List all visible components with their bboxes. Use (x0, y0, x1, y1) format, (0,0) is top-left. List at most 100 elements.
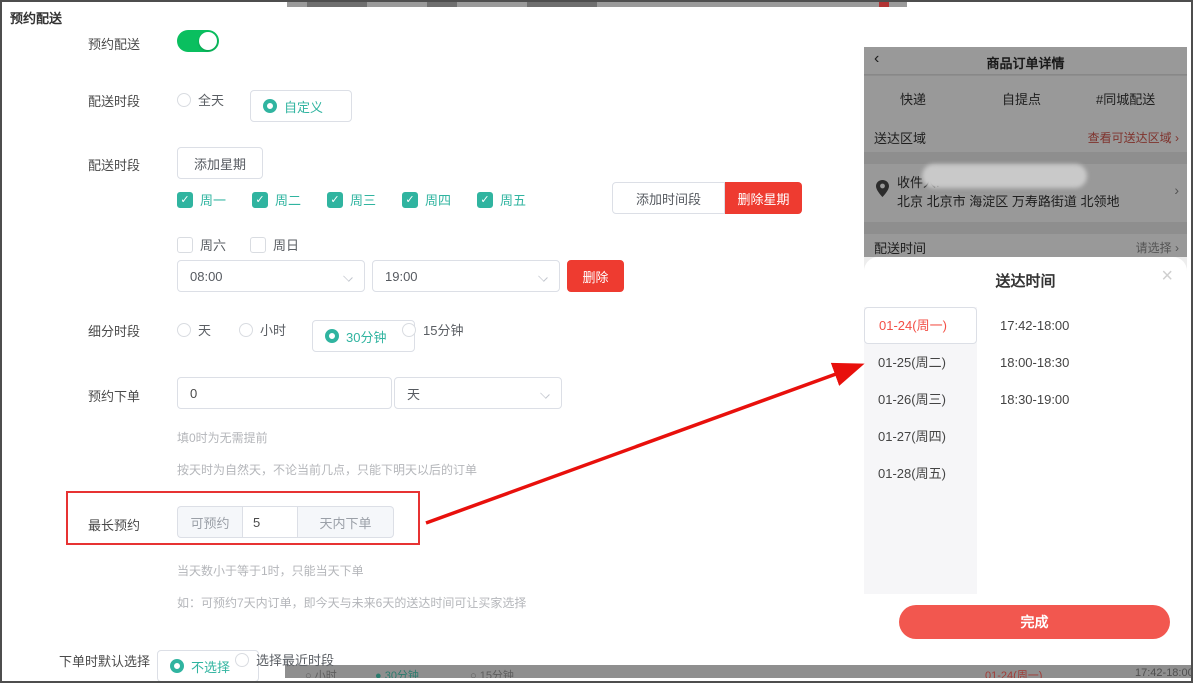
checkbox-label: 周五 (500, 190, 526, 209)
background-page-top-edge (287, 2, 907, 7)
tab-local-delivery[interactable]: #同城配送 (1096, 89, 1155, 108)
checkbox-saturday[interactable]: 周六 (177, 235, 226, 254)
radio-15min[interactable]: 15分钟 (402, 320, 463, 339)
chevron-down-icon (344, 273, 352, 281)
sheet-title: 送达时间 (864, 270, 1187, 291)
advance-unit-select[interactable]: 天 (394, 377, 562, 409)
radio-label: 小时 (260, 320, 286, 339)
max-booking-hint-2: 如：可预约7天内订单，即今天与未来6天的送达时间可让买家选择 (177, 594, 526, 611)
choose-time-link[interactable]: 请选择 › (1136, 239, 1179, 256)
checkbox-icon (177, 237, 193, 253)
radio-icon (325, 329, 339, 343)
link-text: 查看可送达区域 (1088, 131, 1172, 145)
delivery-area-label: 送达区域 (874, 128, 926, 147)
delete-week-button[interactable]: 删除星期 (725, 182, 802, 214)
date-item-0127[interactable]: 01-27(周四) (864, 418, 977, 455)
background-fragment (307, 2, 367, 7)
time-slot-3[interactable]: 18:30-19:00 (1000, 381, 1069, 418)
advance-hint-2: 按天时为自然天，不论当前几点，只能下明天以后的订单 (177, 461, 477, 478)
tab-express[interactable]: 快递 (900, 89, 926, 108)
checkbox-tuesday[interactable]: ✓ 周二 (252, 190, 301, 209)
add-timeslot-button[interactable]: 添加时间段 (612, 182, 725, 214)
radio-icon (263, 99, 277, 113)
recipient-label: 收件人: (897, 172, 940, 191)
delivery-time-sheet: 送达时间 × 01-24(周一) 01-25(周二) 01-26(周三) 01-… (864, 257, 1187, 662)
radio-all-day[interactable]: 全天 (177, 90, 224, 109)
background-radio-text: ● 30分钟 (375, 667, 419, 678)
radio-label: 15分钟 (423, 320, 463, 339)
toggle-row-label: 预约配送 (88, 34, 140, 53)
time-from-value: 08:00 (190, 269, 223, 284)
done-button[interactable]: 完成 (899, 605, 1170, 639)
week-section-label: 配送时段 (88, 155, 140, 174)
background-fragment (527, 2, 597, 7)
time-slot-1[interactable]: 17:42-18:00 (1000, 307, 1069, 344)
time-slot-2[interactable]: 18:00-18:30 (1000, 344, 1069, 381)
max-booking-suffix: 天内下单 (298, 506, 394, 538)
max-booking-prefix: 可预约 (177, 506, 242, 538)
radio-label: 不选择 (191, 657, 230, 676)
page-title: 预约配送 (10, 8, 62, 27)
radio-day[interactable]: 天 (177, 320, 211, 339)
advance-order-label: 预约下单 (88, 386, 140, 405)
mobile-page-title: 商品订单详情 (864, 53, 1187, 72)
radio-icon (177, 323, 191, 337)
mobile-header: ‹ 商品订单详情 (864, 47, 1187, 75)
background-time-text: 17:42-18:00 (1135, 667, 1193, 678)
radio-label: 自定义 (284, 97, 323, 116)
radio-nearest-slot[interactable]: 选择最近时段 (235, 650, 334, 669)
add-week-button[interactable]: 添加星期 (177, 147, 263, 179)
default-select-label: 下单时默认选择 (59, 651, 150, 670)
delete-timeslot-button[interactable]: 删除 (567, 260, 624, 292)
max-booking-hint-1: 当天数小于等于1时，只能当天下单 (177, 562, 364, 579)
background-page-bottom-edge: ○ 小时 ● 30分钟 ○ 15分钟 01-24(周一) 17:42-18:00 (285, 665, 1193, 678)
delivery-time-label: 配送时间 (874, 238, 926, 257)
date-item-0126[interactable]: 01-26(周三) (864, 381, 977, 418)
chevron-down-icon (539, 273, 547, 281)
scheduled-delivery-toggle[interactable] (177, 30, 219, 52)
view-delivery-area-link[interactable]: 查看可送达区域 › (1088, 129, 1179, 146)
advance-hint-1: 填0时为无需提前 (177, 429, 268, 446)
location-pin-icon (876, 180, 889, 197)
week-actions: 添加时间段 删除星期 (612, 182, 802, 214)
checkbox-thursday[interactable]: ✓ 周四 (402, 190, 451, 209)
background-fragment (879, 2, 889, 7)
date-item-0124[interactable]: 01-24(周一) (864, 307, 977, 344)
max-booking-label: 最长预约 (88, 515, 140, 534)
background-radio-text: ○ 15分钟 (470, 667, 514, 678)
date-list: 01-24(周一) 01-25(周二) 01-26(周三) 01-27(周四) … (864, 307, 977, 594)
radio-custom[interactable]: 自定义 (250, 90, 352, 122)
checkbox-wednesday[interactable]: ✓ 周三 (327, 190, 376, 209)
date-item-0125[interactable]: 01-25(周二) (864, 344, 977, 381)
close-icon[interactable]: × (1161, 265, 1173, 288)
mobile-preview: ‹ 商品订单详情 快递 自提点 #同城配送 送达区域 查看可送达区域 › 收件人… (864, 47, 1187, 662)
date-item-0128[interactable]: 01-28(周五) (864, 455, 977, 492)
radio-icon (170, 659, 184, 673)
checkbox-icon (250, 237, 266, 253)
chevron-right-icon: › (1174, 182, 1179, 198)
time-from-select[interactable]: 08:00 (177, 260, 365, 292)
radio-hour[interactable]: 小时 (239, 320, 286, 339)
time-to-select[interactable]: 19:00 (372, 260, 560, 292)
granularity-label: 细分时段 (88, 321, 140, 340)
delivery-time-row[interactable]: 配送时间 请选择 › (864, 234, 1187, 257)
address-row[interactable]: 收件人: 北京 北京市 海淀区 万寿路街道 北领地 › (864, 164, 1187, 222)
checkbox-icon: ✓ (477, 192, 493, 208)
checkbox-monday[interactable]: ✓ 周一 (177, 190, 226, 209)
delivery-area-row[interactable]: 送达区域 查看可送达区域 › (864, 119, 1187, 152)
tab-pickup-point[interactable]: 自提点 (1002, 89, 1041, 108)
checkbox-friday[interactable]: ✓ 周五 (477, 190, 526, 209)
advance-days-input[interactable] (177, 377, 392, 409)
advance-unit-value: 天 (407, 384, 420, 403)
radio-icon (402, 323, 416, 337)
checkbox-label: 周二 (275, 190, 301, 209)
chevron-down-icon (541, 390, 549, 398)
max-booking-input[interactable] (242, 506, 298, 538)
radio-icon (177, 93, 191, 107)
mobile-tabs: 快递 自提点 #同城配送 (864, 76, 1187, 119)
checkbox-icon: ✓ (402, 192, 418, 208)
checkbox-sunday[interactable]: 周日 (250, 235, 299, 254)
time-list: 17:42-18:00 18:00-18:30 18:30-19:00 (1000, 307, 1069, 418)
checkbox-label: 周三 (350, 190, 376, 209)
radio-30min[interactable]: 30分钟 (312, 320, 415, 352)
